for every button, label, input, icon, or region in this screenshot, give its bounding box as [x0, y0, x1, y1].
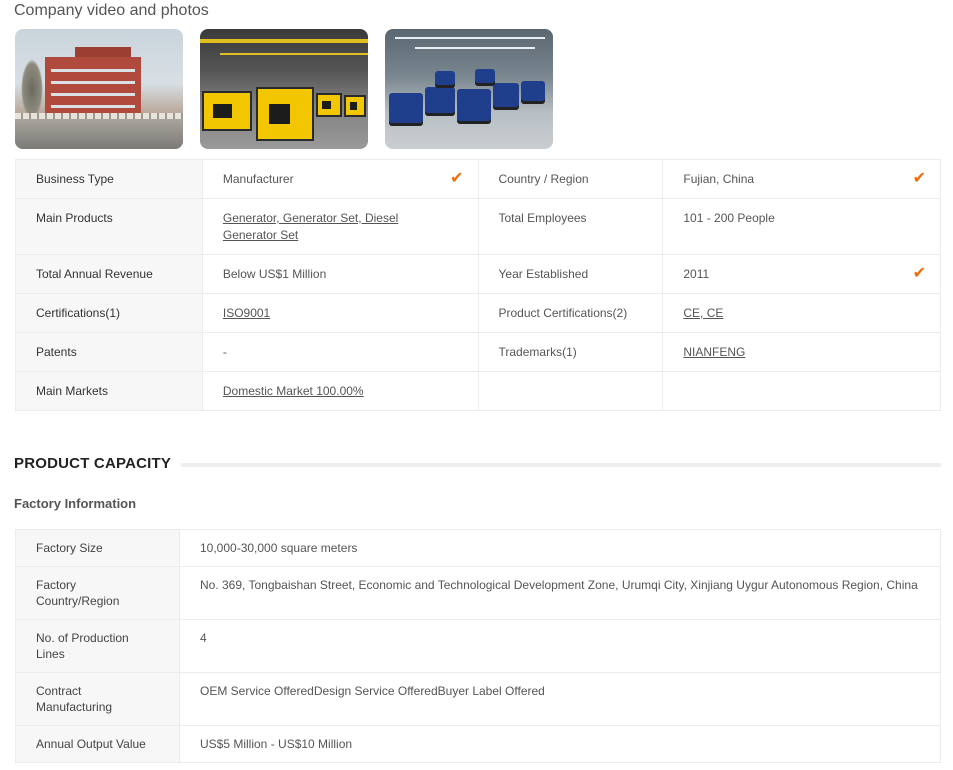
- main-products-label: Main Products: [15, 198, 203, 255]
- year-text: 2011: [683, 267, 710, 281]
- factory-building-photo[interactable]: [15, 29, 183, 149]
- table-row: Factory Country/Region No. 369, Tongbaish…: [15, 566, 941, 620]
- photo-gallery: [15, 29, 553, 149]
- annual-output-value: US$5 Million - US$10 Million: [179, 725, 941, 763]
- verified-check-icon: ✔: [912, 170, 926, 187]
- label-line: Manufacturing: [36, 700, 113, 714]
- table-row: Contract Manufacturing OEM Service Offere…: [15, 672, 941, 726]
- main-products-link-1[interactable]: Generator, Generator Set, Diesel: [223, 211, 398, 225]
- country-value: Fujian, China ✔: [662, 159, 941, 199]
- year-established-value: 2011 ✔: [662, 254, 941, 294]
- factory-country-value: No. 369, Tongbaishan Street, Economic an…: [179, 566, 941, 620]
- product-capacity-title: PRODUCT CAPACITY: [14, 455, 182, 472]
- trademarks-label: Trademarks(1): [477, 332, 664, 372]
- factory-information-table: Factory Size 10,000-30,000 square meters…: [15, 529, 941, 763]
- certifications-value: ISO9001: [201, 293, 479, 333]
- main-markets-value: Domestic Market 100.00%: [201, 371, 479, 411]
- business-type-label: Business Type: [15, 159, 203, 199]
- annual-output-label: Annual Output Value: [15, 725, 180, 763]
- factory-information-title: Factory Information: [14, 496, 137, 511]
- label-line: Factory: [36, 578, 77, 592]
- table-row: Annual Output Value US$5 Million - US$10…: [15, 725, 941, 763]
- main-markets-label: Main Markets: [15, 371, 203, 411]
- trademark-link[interactable]: NIANFENG: [683, 345, 745, 359]
- patents-label: Patents: [15, 332, 203, 372]
- section-title-company-photos: Company video and photos: [14, 2, 209, 19]
- patents-value: -: [201, 332, 479, 372]
- empty-cell: [477, 371, 664, 411]
- company-info-table: Business Type Manufacturer ✔ Country / Re…: [15, 159, 941, 411]
- section-divider: [174, 463, 941, 467]
- contract-manufacturing-value: OEM Service OfferedDesign Service Offere…: [179, 672, 941, 726]
- year-established-label: Year Established: [477, 254, 664, 294]
- verified-check-icon: ✔: [912, 265, 926, 282]
- factory-size-value: 10,000-30,000 square meters: [179, 529, 941, 567]
- main-markets-link[interactable]: Domestic Market 100.00%: [223, 384, 364, 398]
- main-products-link-2[interactable]: Generator Set: [223, 228, 298, 242]
- certification-link[interactable]: ISO9001: [223, 306, 270, 320]
- product-certifications-value: CE, CE: [662, 293, 941, 333]
- blue-engines-photo[interactable]: [385, 29, 553, 149]
- label-line: Lines: [36, 647, 65, 661]
- certifications-label: Certifications(1): [15, 293, 203, 333]
- business-type-value: Manufacturer ✔: [201, 159, 479, 199]
- main-products-value: Generator, Generator Set, Diesel Generat…: [201, 198, 479, 255]
- label-line: No. of Production: [36, 631, 129, 645]
- factory-size-label: Factory Size: [15, 529, 180, 567]
- trademarks-value: NIANFENG: [662, 332, 941, 372]
- verified-check-icon: ✔: [450, 170, 464, 187]
- revenue-value: Below US$1 Million: [201, 254, 479, 294]
- yellow-generators-photo[interactable]: [200, 29, 368, 149]
- label-line: Country/Region: [36, 594, 120, 608]
- product-capacity-header: PRODUCT CAPACITY: [14, 455, 941, 475]
- contract-manufacturing-label: Contract Manufacturing: [15, 672, 180, 726]
- table-row: No. of Production Lines 4: [15, 619, 941, 673]
- factory-country-label: Factory Country/Region: [15, 566, 180, 620]
- product-certifications-label: Product Certifications(2): [477, 293, 664, 333]
- product-certification-link[interactable]: CE, CE: [683, 306, 723, 320]
- total-employees-value: 101 - 200 People: [662, 198, 941, 255]
- business-type-text: Manufacturer: [222, 172, 294, 186]
- country-text: Fujian, China: [683, 172, 755, 186]
- production-lines-label: No. of Production Lines: [15, 619, 180, 673]
- total-employees-label: Total Employees: [477, 198, 664, 255]
- country-label: Country / Region: [477, 159, 664, 199]
- empty-cell: [662, 371, 941, 411]
- revenue-label: Total Annual Revenue: [15, 254, 203, 294]
- label-line: Contract: [36, 684, 82, 698]
- table-row: Factory Size 10,000-30,000 square meters: [15, 529, 941, 567]
- production-lines-value: 4: [179, 619, 941, 673]
